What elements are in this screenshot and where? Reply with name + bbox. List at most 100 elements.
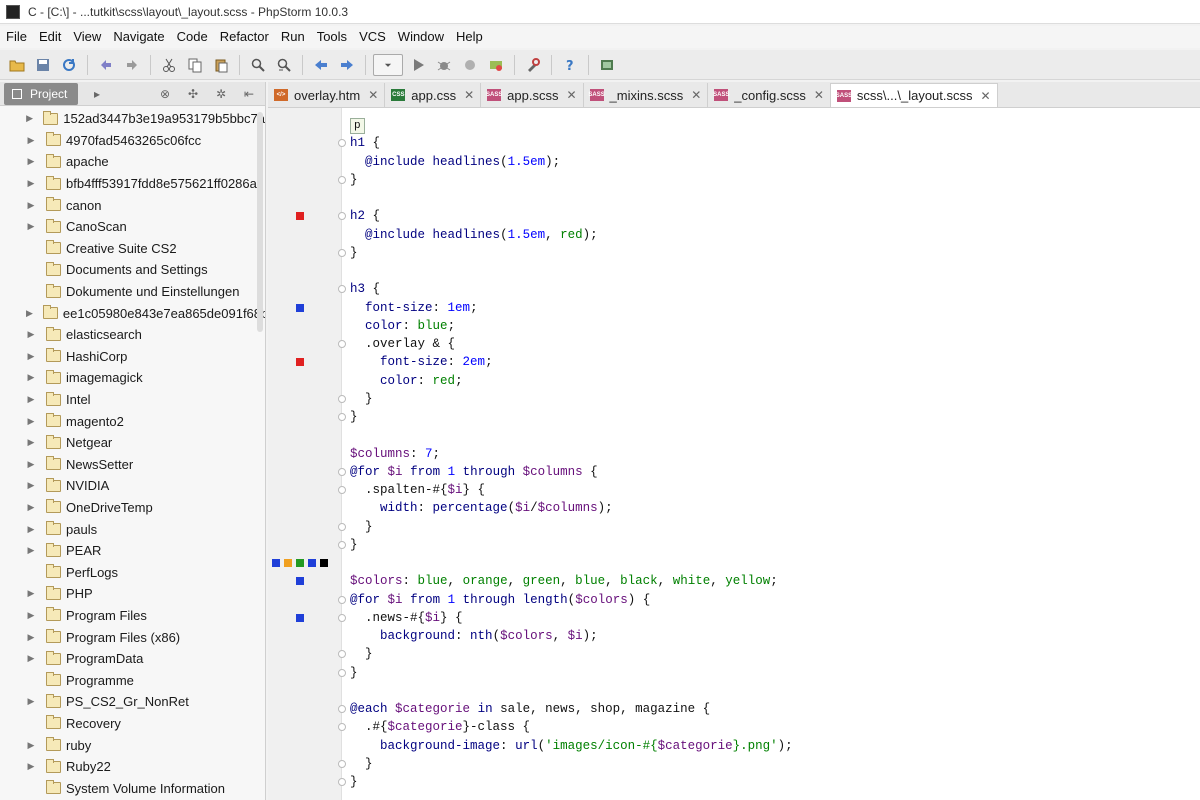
expand-arrow-icon[interactable]: ▶ — [26, 610, 36, 621]
expand-arrow-icon[interactable]: ▶ — [26, 416, 36, 427]
tree-item[interactable]: ▶Documents and Settings — [0, 259, 265, 281]
code-line[interactable]: } — [350, 390, 793, 408]
expand-arrow-icon[interactable]: ▶ — [26, 653, 36, 664]
code-line[interactable]: .spalten-#{$i} { — [350, 481, 793, 499]
menu-vcs[interactable]: VCS — [353, 26, 392, 48]
collapse-all-icon[interactable]: ✣ — [184, 85, 202, 103]
code-line[interactable]: width: percentage($i/$columns); — [350, 499, 793, 517]
help-icon[interactable]: ? — [559, 54, 581, 76]
terminal-icon[interactable] — [596, 54, 618, 76]
expand-arrow-icon[interactable]: ▶ — [26, 394, 36, 405]
editor-tab[interactable]: SASS app.scss ✕ — [481, 83, 584, 107]
fold-marker-icon[interactable] — [338, 486, 346, 495]
code-line[interactable]: } — [350, 171, 793, 189]
code-line[interactable]: @include headlines(1.5em, red); — [350, 226, 793, 244]
code-line[interactable]: } — [350, 773, 793, 791]
code-line[interactable]: } — [350, 645, 793, 663]
code-line[interactable]: $columns: 7; — [350, 445, 793, 463]
tree-item[interactable]: ▶ 152ad3447b3e19a953179b5bbc7a — [0, 108, 265, 130]
fold-marker-icon[interactable] — [338, 139, 346, 148]
code-line[interactable]: h3 { — [350, 280, 793, 298]
fold-marker-icon[interactable] — [338, 705, 346, 714]
fold-marker-icon[interactable] — [338, 212, 346, 221]
editor-tab[interactable]: CSS app.css ✕ — [385, 83, 482, 107]
menu-navigate[interactable]: Navigate — [107, 26, 170, 48]
code-line[interactable] — [350, 682, 793, 700]
fold-marker-icon[interactable] — [338, 540, 346, 549]
code-line[interactable] — [350, 554, 793, 572]
save-icon[interactable] — [32, 54, 54, 76]
code-line[interactable]: h2 { — [350, 207, 793, 225]
expand-arrow-icon[interactable]: ▶ — [26, 308, 33, 319]
expand-arrow-icon[interactable]: ▶ — [26, 200, 36, 211]
tree-item[interactable]: ▶ OneDriveTemp — [0, 497, 265, 519]
tree-item[interactable]: ▶PerfLogs — [0, 561, 265, 583]
view-selector-arrow-icon[interactable]: ▸ — [88, 85, 106, 103]
tree-item[interactable]: ▶Programme — [0, 669, 265, 691]
code-line[interactable]: background-image: url('images/icon-#{$ca… — [350, 737, 793, 755]
code-line[interactable]: font-size: 1em; — [350, 299, 793, 317]
expand-arrow-icon[interactable]: ▶ — [26, 372, 36, 383]
expand-arrow-icon[interactable]: ▶ — [26, 524, 36, 535]
tree-item[interactable]: ▶ bfb4fff53917fdd8e575621ff0286a — [0, 173, 265, 195]
expand-arrow-icon[interactable]: ▶ — [26, 178, 36, 189]
menu-code[interactable]: Code — [171, 26, 214, 48]
color-preview-swatch[interactable] — [296, 559, 304, 568]
tree-item[interactable]: ▶Recovery — [0, 713, 265, 735]
expand-arrow-icon[interactable]: ▶ — [26, 545, 36, 556]
menu-refactor[interactable]: Refactor — [214, 26, 275, 48]
tree-item[interactable]: ▶Dokumente und Einstellungen — [0, 281, 265, 303]
menu-tools[interactable]: Tools — [311, 26, 353, 48]
expand-arrow-icon[interactable]: ▶ — [26, 221, 36, 232]
tree-item[interactable]: ▶ apache — [0, 151, 265, 173]
code-line[interactable]: .news-#{$i} { — [350, 609, 793, 627]
color-preview-swatch[interactable] — [296, 358, 304, 367]
fold-marker-icon[interactable] — [338, 778, 346, 787]
forward-icon[interactable] — [336, 54, 358, 76]
close-tab-icon[interactable]: ✕ — [464, 88, 474, 102]
tree-item[interactable]: ▶ magento2 — [0, 410, 265, 432]
code-line[interactable]: $colors: blue, orange, green, blue, blac… — [350, 572, 793, 590]
tree-item[interactable]: ▶ Program Files (x86) — [0, 626, 265, 648]
editor-tab[interactable]: SASS _config.scss ✕ — [708, 83, 831, 107]
code-line[interactable]: color: blue; — [350, 317, 793, 335]
fold-marker-icon[interactable] — [338, 595, 346, 604]
color-preview-swatch[interactable] — [296, 303, 304, 312]
expand-arrow-icon[interactable]: ▶ — [26, 502, 36, 513]
menu-window[interactable]: Window — [392, 26, 450, 48]
tree-item[interactable]: ▶Creative Suite CS2 — [0, 238, 265, 260]
fold-marker-icon[interactable] — [338, 340, 346, 349]
expand-arrow-icon[interactable]: ▶ — [26, 135, 36, 146]
code-line[interactable]: h1 { — [350, 134, 793, 152]
code-line[interactable]: } — [350, 755, 793, 773]
fold-marker-icon[interactable] — [338, 759, 346, 768]
editor-tab[interactable]: </> overlay.htm ✕ — [268, 83, 386, 107]
expand-arrow-icon[interactable]: ▶ — [26, 696, 36, 707]
code-line[interactable]: font-size: 2em; — [350, 353, 793, 371]
code-line[interactable]: } — [350, 536, 793, 554]
code-line[interactable] — [350, 189, 793, 207]
expand-arrow-icon[interactable]: ▶ — [26, 329, 36, 340]
tree-item[interactable]: ▶ canon — [0, 194, 265, 216]
code-line[interactable] — [350, 262, 793, 280]
tree-item[interactable]: ▶ Netgear — [0, 432, 265, 454]
code-line[interactable]: color: red; — [350, 372, 793, 390]
expand-arrow-icon[interactable]: ▶ — [26, 632, 36, 643]
tree-item[interactable]: ▶ CanoScan — [0, 216, 265, 238]
tree-item[interactable]: ▶System Volume Information — [0, 777, 265, 799]
color-preview-swatch[interactable] — [272, 559, 280, 568]
fold-marker-icon[interactable] — [338, 723, 346, 732]
coverage-icon[interactable] — [459, 54, 481, 76]
tree-item[interactable]: ▶ Intel — [0, 389, 265, 411]
menu-view[interactable]: View — [67, 26, 107, 48]
expand-arrow-icon[interactable]: ▶ — [26, 459, 36, 470]
code-line[interactable]: } — [350, 408, 793, 426]
color-preview-swatch[interactable] — [284, 559, 292, 568]
editor-tab[interactable]: SASS _mixins.scss ✕ — [583, 83, 709, 107]
expand-arrow-icon[interactable]: ▶ — [26, 588, 36, 599]
tree-item[interactable]: ▶ elasticsearch — [0, 324, 265, 346]
paste-icon[interactable] — [210, 54, 232, 76]
update-running-app-icon[interactable] — [485, 54, 507, 76]
back-icon[interactable] — [310, 54, 332, 76]
tree-item[interactable]: ▶ PEAR — [0, 540, 265, 562]
